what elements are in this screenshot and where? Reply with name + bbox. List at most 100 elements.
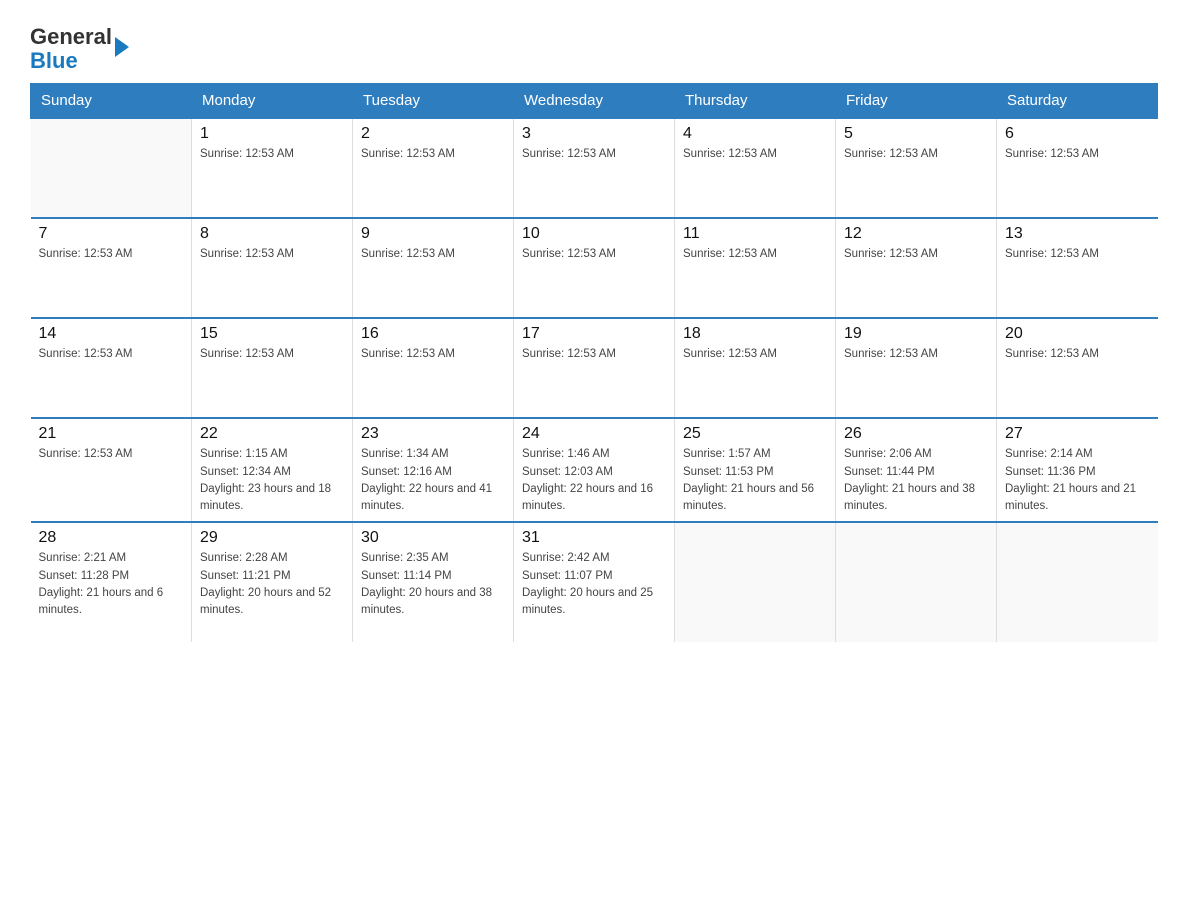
day-info: Sunrise: 12:53 AM	[361, 246, 505, 263]
day-number: 8	[200, 225, 344, 243]
weekday-header-wednesday: Wednesday	[514, 84, 675, 119]
calendar-cell: 19 Sunrise: 12:53 AM	[836, 318, 997, 418]
day-info: Sunrise: 12:53 AM	[39, 346, 184, 363]
calendar-cell: 18 Sunrise: 12:53 AM	[675, 318, 836, 418]
calendar-cell: 20 Sunrise: 12:53 AM	[997, 318, 1158, 418]
day-info: Sunrise: 2:21 AMSunset: 11:28 PMDaylight…	[39, 550, 184, 619]
day-number: 16	[361, 325, 505, 343]
day-number: 6	[1005, 125, 1150, 143]
week-row-2: 7 Sunrise: 12:53 AM 8 Sunrise: 12:53 AM 9 Sun…	[31, 218, 1158, 318]
day-info: Sunrise: 12:53 AM	[844, 146, 988, 163]
day-number: 7	[39, 225, 184, 243]
day-info: Sunrise: 12:53 AM	[200, 346, 344, 363]
day-info: Sunrise: 12:53 AM	[522, 246, 666, 263]
calendar-cell	[997, 522, 1158, 642]
calendar-cell: 17 Sunrise: 12:53 AM	[514, 318, 675, 418]
day-number: 20	[1005, 325, 1150, 343]
calendar-cell: 6 Sunrise: 12:53 AM	[997, 118, 1158, 218]
day-number: 29	[200, 529, 344, 547]
day-number: 27	[1005, 425, 1150, 443]
day-number: 13	[1005, 225, 1150, 243]
calendar-cell: 21 Sunrise: 12:53 AM	[31, 418, 192, 522]
calendar-cell: 9 Sunrise: 12:53 AM	[353, 218, 514, 318]
weekday-header-monday: Monday	[192, 84, 353, 119]
day-number: 30	[361, 529, 505, 547]
day-number: 12	[844, 225, 988, 243]
calendar-cell: 22 Sunrise: 1:15 AMSunset: 12:34 AMDaylig…	[192, 418, 353, 522]
week-row-3: 14Sunrise: 12:53 AM15Sunrise: 12:53 AM16…	[31, 318, 1158, 418]
page-header: General Blue	[30, 20, 1158, 73]
logo-arrow-icon	[115, 37, 129, 57]
logo-general: General	[30, 24, 112, 49]
week-row-4: 21 Sunrise: 12:53 AM 22 Sunrise: 1:15 AMSun…	[31, 418, 1158, 522]
day-number: 2	[361, 125, 505, 143]
day-info: Sunrise: 2:06 AMSunset: 11:44 PMDaylight…	[844, 446, 988, 515]
logo-text: General Blue	[30, 25, 112, 73]
day-info: Sunrise: 12:53 AM	[844, 346, 988, 363]
day-info: Sunrise: 1:15 AMSunset: 12:34 AMDaylight…	[200, 446, 344, 515]
day-info: Sunrise: 1:46 AMSunset: 12:03 AMDaylight…	[522, 446, 666, 515]
day-number: 17	[522, 325, 666, 343]
weekday-header-friday: Friday	[836, 84, 997, 119]
day-info: Sunrise: 12:53 AM	[522, 346, 666, 363]
day-number: 5	[844, 125, 988, 143]
calendar-cell: 25 Sunrise: 1:57 AMSunset: 11:53 PMDaylig…	[675, 418, 836, 522]
day-info: Sunrise: 1:34 AMSunset: 12:16 AMDaylight…	[361, 446, 505, 515]
day-info: Sunrise: 12:53 AM	[844, 246, 988, 263]
day-info: Sunrise: 12:53 AM	[683, 346, 827, 363]
day-number: 14	[39, 325, 184, 343]
day-info: Sunrise: 12:53 AM	[39, 246, 184, 263]
day-number: 25	[683, 425, 827, 443]
logo-blue: Blue	[30, 48, 78, 73]
day-info: Sunrise: 2:42 AMSunset: 11:07 PMDaylight…	[522, 550, 666, 619]
calendar-cell: 5 Sunrise: 12:53 AM	[836, 118, 997, 218]
day-info: Sunrise: 12:53 AM	[200, 246, 344, 263]
day-number: 1	[200, 125, 344, 143]
day-info: Sunrise: 12:53 AM	[200, 146, 344, 163]
day-info: Sunrise: 12:53 AM	[361, 146, 505, 163]
day-number: 4	[683, 125, 827, 143]
calendar-cell: 14 Sunrise: 12:53 AM	[31, 318, 192, 418]
day-number: 18	[683, 325, 827, 343]
day-number: 15	[200, 325, 344, 343]
calendar-cell: 29Sunrise: 2:28 AMSunset: 11:21 PMDaylig…	[192, 522, 353, 642]
weekday-header-thursday: Thursday	[675, 84, 836, 119]
logo-content: General Blue	[30, 20, 129, 73]
calendar-cell: 31Sunrise: 2:42 AMSunset: 11:07 PMDaylig…	[514, 522, 675, 642]
day-number: 22	[200, 425, 344, 443]
calendar-cell	[675, 522, 836, 642]
day-info: Sunrise: 12:53 AM	[39, 446, 184, 463]
calendar-cell	[31, 118, 192, 218]
week-row-5: 28 Sunrise: 2:21 AMSunset: 11:28 PMDaylig…	[31, 522, 1158, 642]
day-info: Sunrise: 1:57 AMSunset: 11:53 PMDaylight…	[683, 446, 827, 515]
logo: General Blue	[30, 20, 129, 73]
calendar-cell: 27Sunrise: 2:14 AMSunset: 11:36 PMDaylig…	[997, 418, 1158, 522]
calendar-cell: 11Sunrise: 12:53 AM	[675, 218, 836, 318]
calendar-cell: 16 Sunrise: 12:53 AM	[353, 318, 514, 418]
weekday-header-row: SundayMondayTuesdayWednesdayThursdayFrid…	[31, 84, 1158, 119]
day-info: Sunrise: 12:53 AM	[1005, 246, 1150, 263]
day-number: 9	[361, 225, 505, 243]
day-info: Sunrise: 12:53 AM	[361, 346, 505, 363]
day-info: Sunrise: 12:53 AM	[522, 146, 666, 163]
calendar-cell: 3 Sunrise: 12:53 AM	[514, 118, 675, 218]
weekday-header-tuesday: Tuesday	[353, 84, 514, 119]
day-number: 3	[522, 125, 666, 143]
day-number: 10	[522, 225, 666, 243]
day-number: 19	[844, 325, 988, 343]
day-number: 24	[522, 425, 666, 443]
calendar-cell: 8 Sunrise: 12:53 AM	[192, 218, 353, 318]
weekday-header-saturday: Saturday	[997, 84, 1158, 119]
day-number: 21	[39, 425, 184, 443]
calendar-cell: 15 Sunrise: 12:53 AM	[192, 318, 353, 418]
calendar-cell: 1 Sunrise: 12:53 AM	[192, 118, 353, 218]
day-number: 23	[361, 425, 505, 443]
day-info: Sunrise: 2:35 AMSunset: 11:14 PMDaylight…	[361, 550, 505, 619]
day-info: Sunrise: 12:53 AM	[1005, 346, 1150, 363]
day-number: 28	[39, 529, 184, 547]
day-number: 11	[683, 225, 827, 243]
day-info: Sunrise: 12:53 AM	[1005, 146, 1150, 163]
calendar-cell: 24 Sunrise: 1:46 AMSunset: 12:03 AMDaylig…	[514, 418, 675, 522]
weekday-header-sunday: Sunday	[31, 84, 192, 119]
calendar-cell: 7 Sunrise: 12:53 AM	[31, 218, 192, 318]
